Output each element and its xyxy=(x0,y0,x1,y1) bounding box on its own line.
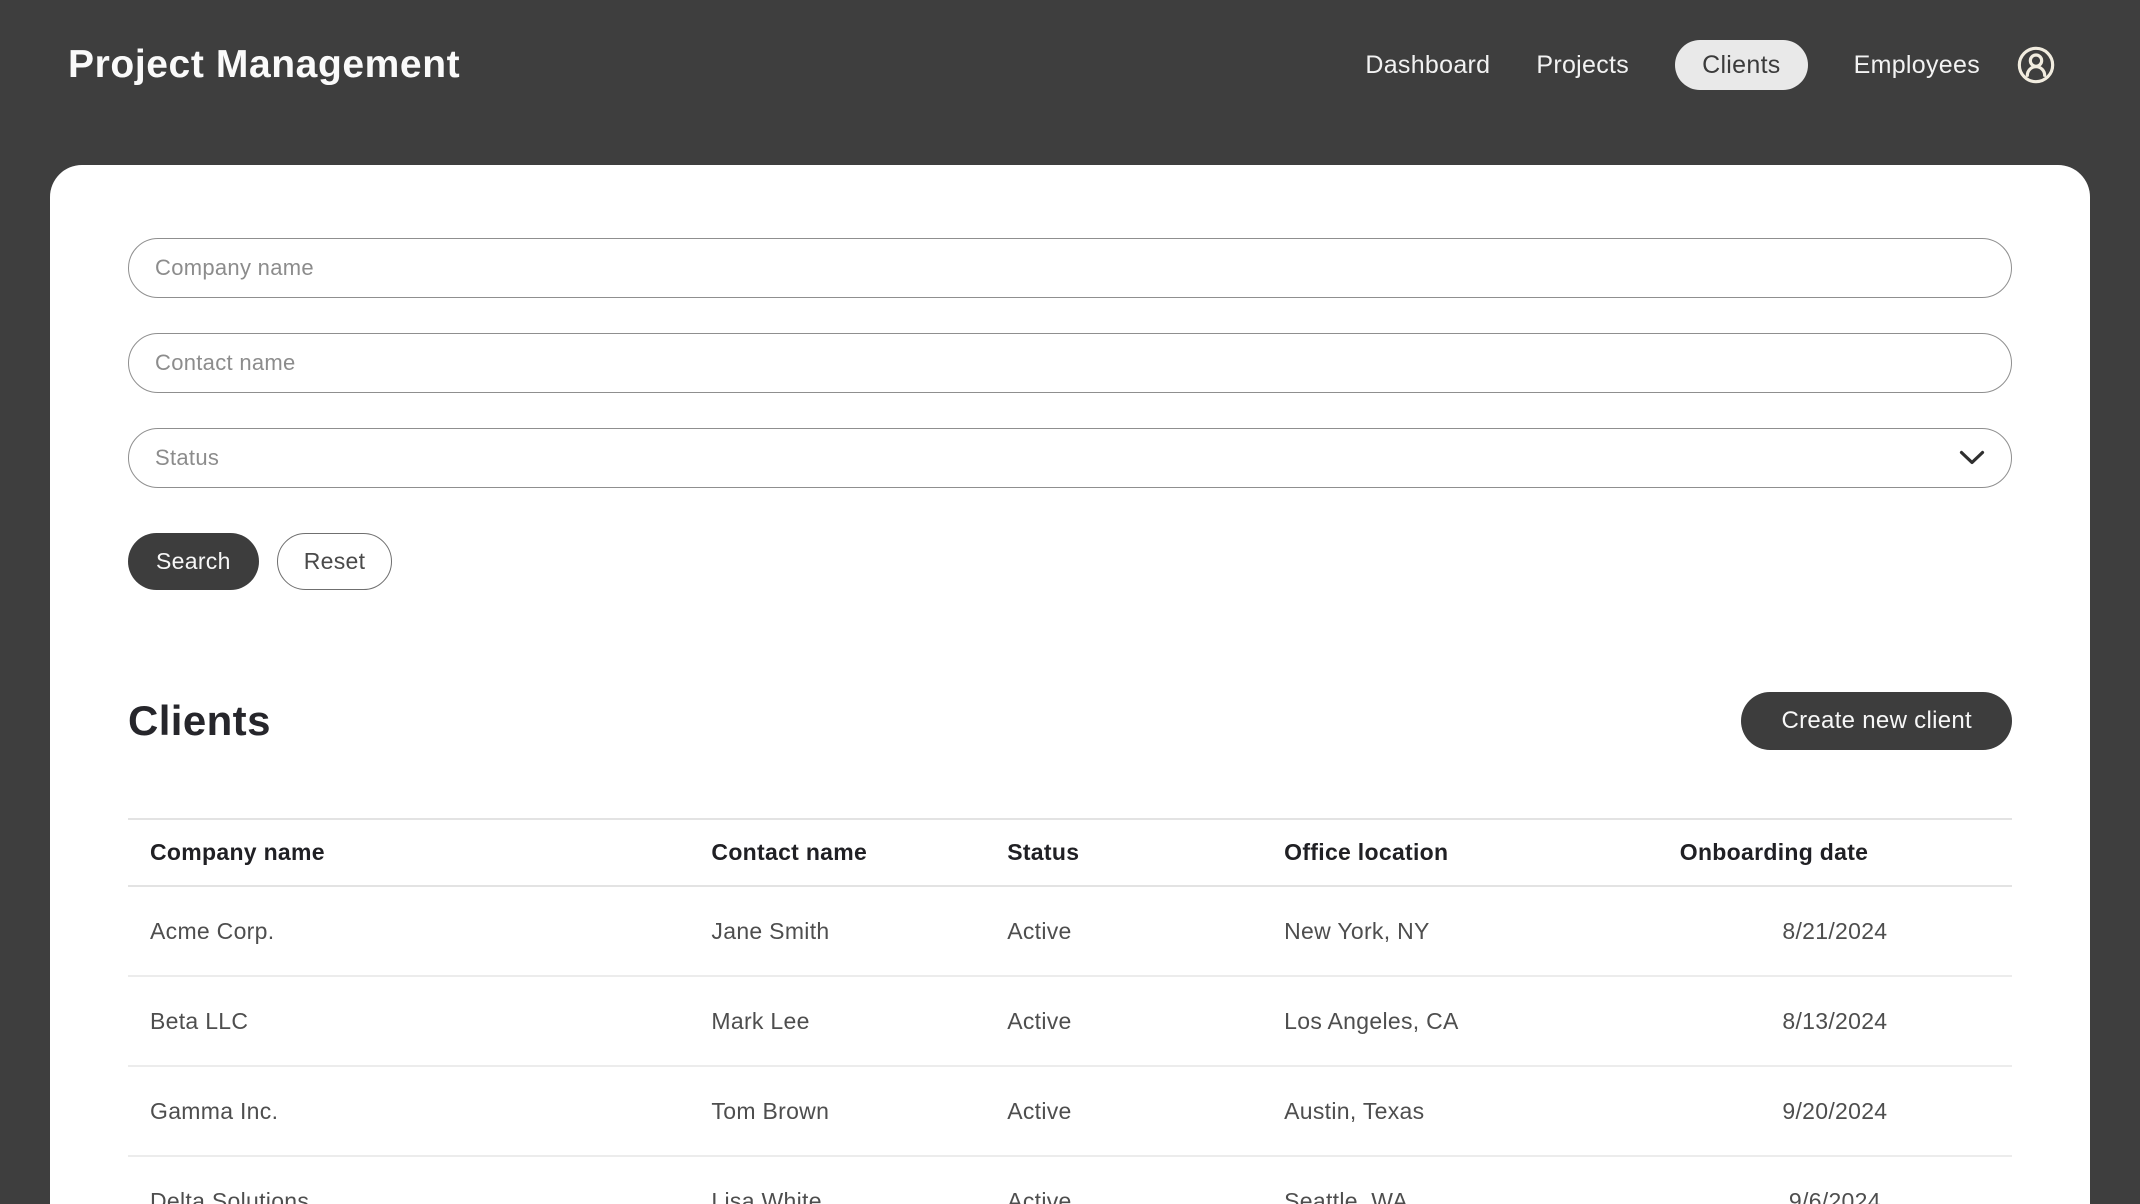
cell-contact: Jane Smith xyxy=(689,886,985,976)
search-button[interactable]: Search xyxy=(128,533,259,590)
user-avatar-button[interactable] xyxy=(2016,45,2056,85)
cell-company: Gamma Inc. xyxy=(128,1066,689,1156)
cell-location: Austin, Texas xyxy=(1262,1066,1658,1156)
chevron-down-icon xyxy=(1959,450,1985,466)
nav-item-dashboard[interactable]: Dashboard xyxy=(1365,51,1490,80)
cell-onboarded: 9/20/2024 xyxy=(1658,1066,2012,1156)
column-header-office-location: Office location xyxy=(1262,819,1658,886)
cell-contact: Mark Lee xyxy=(689,976,985,1066)
column-header-status: Status xyxy=(985,819,1262,886)
user-circle-icon xyxy=(2016,45,2056,85)
cell-status: Active xyxy=(985,1066,1262,1156)
clients-heading: Clients xyxy=(128,697,271,745)
cell-onboarded: 8/21/2024 xyxy=(1658,886,2012,976)
cell-status: Active xyxy=(985,1156,1262,1204)
status-select-placeholder: Status xyxy=(155,445,219,471)
nav-item-projects[interactable]: Projects xyxy=(1536,51,1629,80)
table-row: Gamma Inc.Tom BrownActiveAustin, Texas9/… xyxy=(128,1066,2012,1156)
company-name-input[interactable] xyxy=(128,238,2012,298)
cell-location: Los Angeles, CA xyxy=(1262,976,1658,1066)
table-row: Beta LLCMark LeeActiveLos Angeles, CA8/1… xyxy=(128,976,2012,1066)
cell-contact: Lisa White xyxy=(689,1156,985,1204)
filter-actions: Search Reset xyxy=(128,533,2012,590)
clients-section-header: Clients Create new client xyxy=(128,692,2012,750)
nav-item-employees[interactable]: Employees xyxy=(1854,51,1980,80)
column-header-onboarding-date: Onboarding date xyxy=(1658,819,2012,886)
cell-contact: Tom Brown xyxy=(689,1066,985,1156)
clients-table: Company nameContact nameStatusOffice loc… xyxy=(128,818,2012,1204)
contact-name-input[interactable] xyxy=(128,333,2012,393)
cell-company: Delta Solutions xyxy=(128,1156,689,1204)
column-header-company-name: Company name xyxy=(128,819,689,886)
create-new-client-button[interactable]: Create new client xyxy=(1741,692,2012,750)
cell-status: Active xyxy=(985,976,1262,1066)
cell-company: Beta LLC xyxy=(128,976,689,1066)
filter-section: Status Search Reset xyxy=(128,238,2012,590)
table-row: Acme Corp.Jane SmithActiveNew York, NY8/… xyxy=(128,886,2012,976)
reset-button[interactable]: Reset xyxy=(277,533,393,590)
cell-company: Acme Corp. xyxy=(128,886,689,976)
table-row: Delta SolutionsLisa WhiteActiveSeattle, … xyxy=(128,1156,2012,1204)
nav-item-clients[interactable]: Clients xyxy=(1675,40,1808,90)
content-card: Status Search Reset Clients Create new c… xyxy=(50,165,2090,1204)
column-header-contact-name: Contact name xyxy=(689,819,985,886)
cell-location: Seattle, WA xyxy=(1262,1156,1658,1204)
app-header: Project Management Dashboard Projects Clie… xyxy=(0,0,2140,165)
cell-status: Active xyxy=(985,886,1262,976)
cell-onboarded: 9/6/2024 xyxy=(1658,1156,2012,1204)
app-title: Project Management xyxy=(68,43,460,87)
cell-onboarded: 8/13/2024 xyxy=(1658,976,2012,1066)
main-nav: Dashboard Projects Clients Employees xyxy=(1365,40,1980,90)
cell-location: New York, NY xyxy=(1262,886,1658,976)
status-select[interactable]: Status xyxy=(128,428,2012,488)
header-right: Dashboard Projects Clients Employees xyxy=(1365,40,2056,90)
table-header-row: Company nameContact nameStatusOffice loc… xyxy=(128,819,2012,886)
